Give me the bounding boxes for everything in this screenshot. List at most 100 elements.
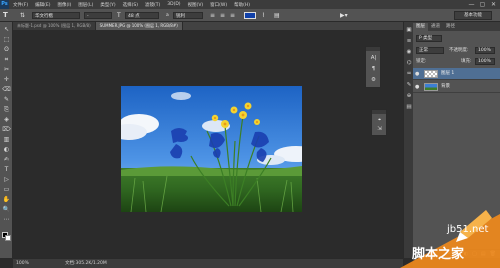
layer-filter-select[interactable]: P 类型 <box>416 35 442 42</box>
tools-panel: ↖ ⬚ ʘ ⌗ ✂ ✛ ⌫ ✎ ⎘ ◈ ⌦ ▥ ◐ ✍ T ▷ ▭ ✋ 🔍 ⋯ <box>0 22 13 258</box>
layer-thumbnail <box>424 70 438 78</box>
tool-icon[interactable]: ʘ <box>2 46 11 54</box>
tool-icon[interactable]: ⬚ <box>2 36 11 44</box>
dock-panel-icon[interactable]: ≡ <box>405 37 413 45</box>
opacity-input[interactable]: 100% <box>475 47 495 54</box>
tool-icon[interactable]: ▭ <box>2 186 11 194</box>
menu-item[interactable]: 选择(S) <box>123 2 138 8</box>
layer-name: 图层 1 <box>441 71 455 76</box>
align-left-icon[interactable]: ≡ <box>210 12 215 19</box>
tool-icon[interactable]: ⎘ <box>2 106 11 114</box>
panel-button-icon[interactable]: A| <box>369 54 378 62</box>
blend-mode-select[interactable]: 正常 <box>416 47 444 54</box>
anti-alias-select[interactable]: 锐利 <box>173 12 203 19</box>
tool-icon[interactable]: ✋ <box>2 196 11 204</box>
layer-thumbnail <box>424 83 438 91</box>
fill-input[interactable]: 100% <box>475 58 495 65</box>
tool-icon[interactable]: ◈ <box>2 116 11 124</box>
document-info[interactable]: 文档:305.2K/1.20M <box>65 259 107 268</box>
opacity-label: 不透明度: <box>449 48 469 53</box>
menu-item[interactable]: 类型(Y) <box>100 2 115 8</box>
tool-icon[interactable]: ▷ <box>2 176 11 184</box>
dock-panel-icon[interactable]: ♒ <box>405 70 413 78</box>
landscape-photo <box>121 86 302 212</box>
menu-item[interactable]: 窗口(W) <box>210 2 227 8</box>
text-orientation-icon[interactable]: ⇅ <box>20 12 25 19</box>
panel-button-icon[interactable]: ⚙ <box>369 76 378 84</box>
layers-tab[interactable]: 图层 <box>413 23 428 31</box>
align-right-icon[interactable]: ≡ <box>230 12 235 19</box>
menu-item[interactable]: 3D(D) <box>167 2 180 8</box>
workspace-select[interactable]: 基本功能 <box>454 11 492 20</box>
menu-item[interactable]: 滤镜(T) <box>145 2 160 8</box>
align-center-icon[interactable]: ≡ <box>220 12 225 19</box>
font-family-select[interactable]: 华文行楷 <box>32 12 80 19</box>
tool-icon[interactable]: ✍ <box>2 156 11 164</box>
layer-name: 背景 <box>441 84 450 89</box>
panel-button-icon[interactable]: ⇲ <box>375 125 384 133</box>
tool-icon[interactable]: ⋯ <box>2 216 11 224</box>
canvas-image[interactable] <box>121 86 302 212</box>
dock-panel-icon[interactable]: ◉ <box>405 48 413 56</box>
font-style-select[interactable]: - <box>84 12 112 19</box>
menu-items: 文件(F) 编辑(E) 图像(I) 图层(L) 类型(Y) 选择(S) 滤镜(T) 3D(D)… <box>13 2 257 8</box>
tool-icon[interactable]: ✛ <box>2 76 11 84</box>
visibility-eye-icon[interactable]: ● <box>415 84 421 90</box>
layer-row[interactable]: ● 图层 1 <box>413 68 500 80</box>
font-size-select[interactable]: 48 点 <box>125 12 159 19</box>
tool-icon[interactable]: ◐ <box>2 146 11 154</box>
zoom-level[interactable]: 100% <box>16 259 29 268</box>
anti-alias-icon: a <box>166 13 169 18</box>
tool-icon[interactable]: ⌫ <box>2 86 11 94</box>
tool-icon[interactable]: ↖ <box>2 26 11 34</box>
menu-item[interactable]: 文件(F) <box>13 2 28 8</box>
layer-row[interactable]: ● 背景 <box>413 81 500 93</box>
tool-icon[interactable]: T <box>2 166 11 174</box>
3d-icon[interactable]: ▶▾ <box>340 12 348 19</box>
tool-icon[interactable]: ✂ <box>2 66 11 74</box>
menu-item[interactable]: 视图(V) <box>188 2 204 8</box>
dock-panel-icon[interactable]: ⊕ <box>405 92 413 100</box>
document-tabs: 未标题-1.psd @ 100% (图层 1, RGB/8) SUMMER.JPG… <box>13 22 403 30</box>
panel-button-icon[interactable]: ¶ <box>369 65 378 73</box>
tool-icon[interactable]: ✎ <box>2 96 11 104</box>
menu-bar: Ps 文件(F) 编辑(E) 图像(I) 图层(L) 类型(Y) 选择(S) 滤镜(T) 3D… <box>0 0 500 9</box>
tool-icon[interactable]: ▥ <box>2 136 11 144</box>
layers-panel-tabs: 图层 通道 路径 <box>413 22 500 31</box>
character-mini-panel: A| ¶ ⚙ <box>365 46 381 88</box>
watermark-url: jb51.net <box>447 224 489 235</box>
watermark-name: 脚本之家 <box>412 247 465 262</box>
warp-text-icon[interactable]: ⌇ <box>262 12 265 19</box>
font-size-icon: T <box>117 12 121 19</box>
tool-icon[interactable]: 🔍 <box>2 206 11 214</box>
layers-tab[interactable]: 通道 <box>428 23 443 31</box>
menu-item[interactable]: 图层(L) <box>78 2 93 8</box>
dock-panel-icon[interactable]: ⌬ <box>405 59 413 67</box>
background-color-swatch[interactable] <box>5 235 11 241</box>
dock-panel-icon[interactable]: ✎ <box>405 81 413 89</box>
character-panel-icon[interactable]: ▤ <box>274 12 280 19</box>
status-bar: 100% 文档:305.2K/1.20M <box>13 258 403 268</box>
tool-icon[interactable]: ⌗ <box>2 56 11 64</box>
tool-icon[interactable]: ⌦ <box>2 126 11 134</box>
window-controls: — ▢ ✕ <box>465 1 498 8</box>
lock-label: 锁定: <box>416 59 427 64</box>
menu-item[interactable]: 帮助(H) <box>234 2 250 8</box>
menu-item[interactable]: 编辑(E) <box>35 2 50 8</box>
type-tool-icon[interactable]: T <box>3 12 8 19</box>
text-color-swatch[interactable] <box>244 12 256 19</box>
fill-label: 填充: <box>461 59 472 64</box>
visibility-eye-icon[interactable]: ● <box>415 71 421 77</box>
dock-panel-icon[interactable]: ▤ <box>405 103 413 111</box>
navigator-mini-panel: ⌖ ⇲ <box>371 109 387 136</box>
menu-item[interactable]: 图像(I) <box>57 2 71 8</box>
minimize-icon[interactable]: — <box>467 1 476 8</box>
panel-button-icon[interactable]: ⌖ <box>375 116 384 124</box>
layers-tab[interactable]: 路径 <box>443 23 458 31</box>
document-tab[interactable]: 未标题-1.psd @ 100% (图层 1, RGB/8) <box>13 22 96 30</box>
dock-panel-icon[interactable]: ▣ <box>405 26 413 34</box>
close-icon[interactable]: ✕ <box>489 1 498 8</box>
document-tab[interactable]: SUMMER.JPG @ 100% (图层 1, RGB/8#) <box>95 22 183 30</box>
maximize-icon[interactable]: ▢ <box>478 1 487 8</box>
photoshop-logo: Ps <box>0 0 9 9</box>
